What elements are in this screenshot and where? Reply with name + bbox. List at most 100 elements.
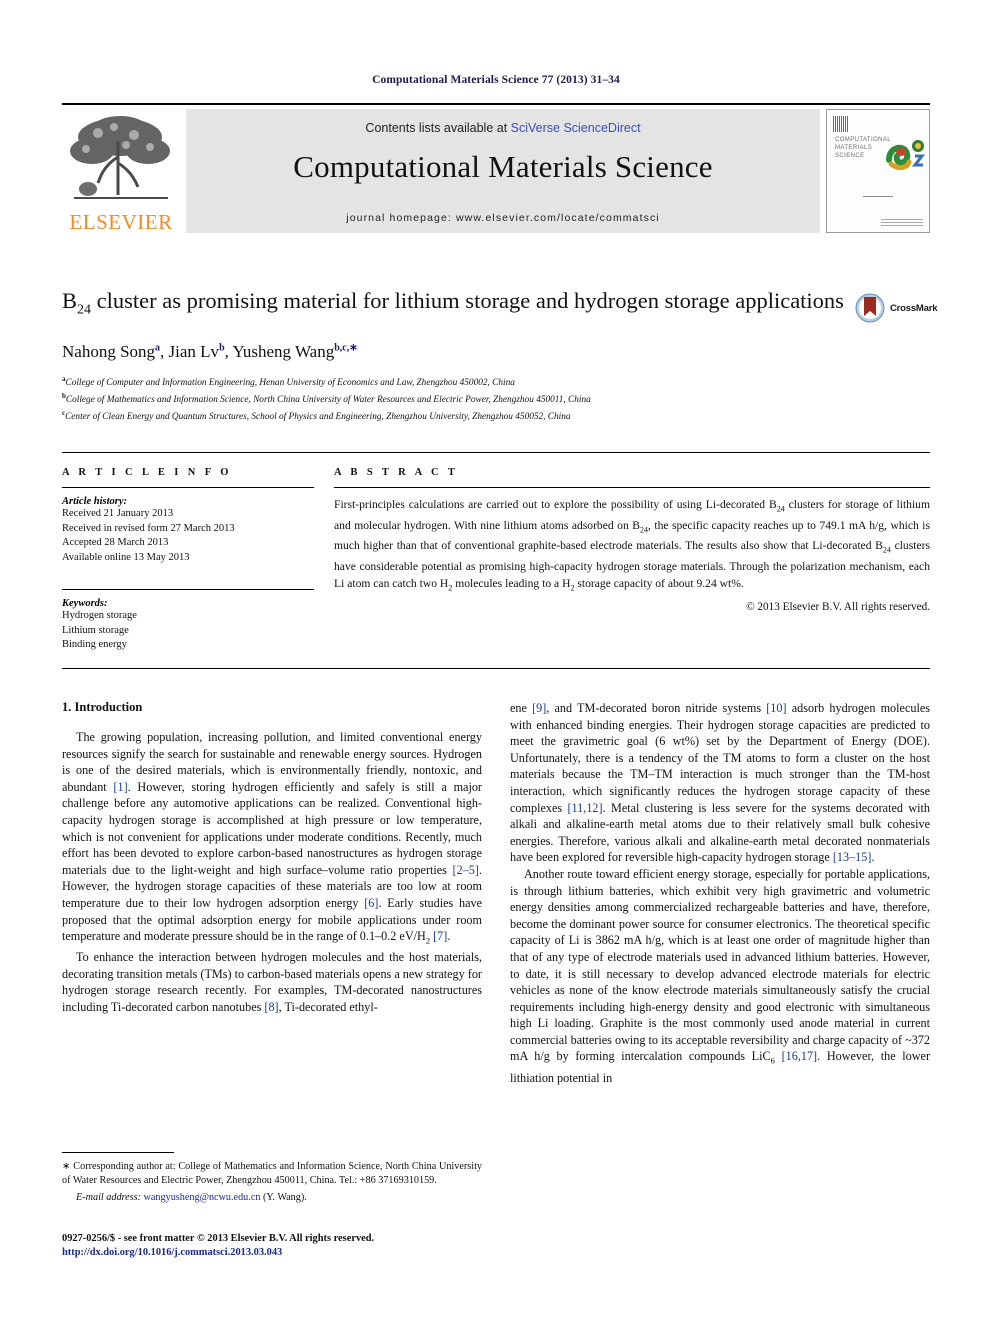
abstract-column: A B S T R A C T First-principles calcula… — [334, 467, 930, 653]
email-note: E-mail address: wangyusheng@ncwu.edu.cn … — [62, 1191, 482, 1205]
r2-seg-a: Another route toward efficient energy st… — [510, 866, 930, 1064]
author-3-affil: b,c,∗ — [334, 341, 358, 353]
running-head: Computational Materials Science 77 (2013… — [372, 74, 620, 86]
crossmark-badge[interactable]: CrossMark — [855, 288, 951, 328]
abstract-seg-1: First-principles calculations are carrie… — [334, 498, 777, 511]
body-top-divider — [62, 668, 930, 669]
citation-6[interactable]: [6] — [364, 896, 378, 910]
abstract-copyright: © 2013 Elsevier B.V. All rights reserved… — [746, 601, 930, 614]
paragraph-intro-2-cont: ene [9], and TM-decorated boron nitride … — [510, 700, 930, 866]
affiliation-c: cCenter of Clean Energy and Quantum Stru… — [62, 407, 852, 424]
article-info-divider — [62, 487, 314, 488]
article-info-heading: A R T I C L E I N F O — [62, 467, 232, 478]
footnote-block: ∗ Corresponding author at: College of Ma… — [62, 1152, 482, 1205]
journal-homepage[interactable]: journal homepage: www.elsevier.com/locat… — [186, 212, 820, 224]
history-revised: Received in revised form 27 March 2013 — [62, 522, 235, 534]
affiliation-a-text: College of Computer and Information Engi… — [65, 377, 515, 388]
history-online: Available online 13 May 2013 — [62, 551, 190, 563]
citation-2-5[interactable]: [2–5] — [453, 863, 479, 877]
cover-divider-1 — [863, 196, 893, 197]
section-heading-introduction: 1. Introduction — [62, 700, 143, 714]
abstract-sub-2: 24 — [639, 525, 648, 535]
history-received: Received 21 January 2013 — [62, 508, 174, 519]
history-accepted: Accepted 28 March 2013 — [62, 537, 169, 548]
citation-16-17[interactable]: [16,17] — [782, 1049, 818, 1063]
citation-8[interactable]: [8] — [264, 1000, 278, 1014]
author-2-affil: b — [219, 341, 225, 353]
journal-masthead: ELSEVIER Contents lists available at Sci… — [62, 103, 930, 233]
cover-title: COMPUTATIONAL MATERIALS SCIENCE — [835, 136, 891, 160]
elsevier-logo: ELSEVIER — [62, 109, 180, 233]
affiliation-list: aCollege of Computer and Information Eng… — [62, 373, 852, 425]
r1-seg-b: , and TM-decorated boron nitride systems — [546, 701, 767, 715]
corresponding-author-note: ∗ Corresponding author at: College of Ma… — [62, 1161, 482, 1186]
journal-title: Computational Materials Science — [293, 149, 713, 184]
citation-10[interactable]: [10] — [766, 701, 786, 715]
paragraph-intro-3: Another route toward efficient energy st… — [510, 866, 930, 1086]
abstract-seg-6: storage capacity of about 9.24 wt%. — [574, 576, 744, 590]
affiliation-b-text: College of Mathematics and Information S… — [65, 394, 591, 405]
p1-seg-b: . However, storing hydrogen efficiently … — [62, 779, 482, 877]
doi-link[interactable]: http://dx.doi.org/10.1016/j.commatsci.20… — [62, 1246, 492, 1260]
p1-seg-f: . — [447, 929, 451, 944]
footnote-divider — [62, 1152, 174, 1153]
abstract-divider — [334, 487, 930, 488]
article-info-column: A R T I C L E I N F O Article history: R… — [62, 467, 314, 653]
keyword-3: Binding energy — [62, 639, 127, 650]
p2-seg-b: , Ti-decorated ethyl- — [278, 999, 378, 1014]
cover-artwork — [886, 140, 925, 171]
affiliation-b: bCollege of Mathematics and Information … — [62, 390, 852, 407]
journal-band: Contents lists available at SciVerse Sci… — [186, 109, 820, 233]
page-title: B24 cluster as promising material for li… — [62, 286, 852, 326]
affiliation-c-text: Center of Clean Energy and Quantum Struc… — [65, 412, 571, 423]
cover-title-line-1: COMPUTATIONAL — [835, 137, 891, 143]
issn-line: 0927-0256/$ - see front matter © 2013 El… — [62, 1233, 375, 1244]
sciencedirect-link[interactable]: SciVerse ScienceDirect — [511, 121, 641, 135]
email-suffix: (Y. Wang). — [260, 1192, 307, 1204]
email-label: E-mail address: — [76, 1192, 141, 1204]
contents-prefix: Contents lists available at — [365, 121, 511, 135]
keyword-1: Hydrogen storage — [62, 610, 137, 621]
r1-seg-a: ene — [510, 701, 533, 715]
citation-7[interactable]: [7] — [433, 929, 447, 943]
abstract-heading: A B S T R A C T — [334, 467, 459, 478]
crossmark-icon — [855, 293, 885, 323]
citation-1[interactable]: [1] — [113, 780, 127, 794]
crossmark-label: CrossMark — [890, 302, 938, 314]
title-part-1: B — [62, 288, 78, 313]
cover-footer-mark — [881, 217, 923, 226]
keywords-block: Keywords: Hydrogen storage Lithium stora… — [62, 589, 314, 653]
abstract-sub-3: 24 — [882, 545, 891, 555]
elsevier-tree-icon — [70, 116, 170, 199]
elsevier-wordmark: ELSEVIER — [69, 210, 173, 234]
cover-title-line-2: MATERIALS — [835, 145, 873, 151]
keywords-divider — [62, 589, 314, 590]
title-block: B24 cluster as promising material for li… — [62, 286, 852, 424]
author-1[interactable]: Nahong Song — [62, 342, 155, 361]
citation-13-15[interactable]: [13–15] — [833, 850, 872, 864]
body-column-right: ene [9], and TM-decorated boron nitride … — [510, 700, 930, 1260]
email-link[interactable]: wangyusheng@ncwu.edu.cn — [144, 1192, 261, 1203]
abstract-text: First-principles calculations are carrie… — [334, 497, 930, 596]
article-history-label: Article history: — [62, 496, 128, 507]
paragraph-intro-1: The growing population, increasing pollu… — [62, 729, 482, 949]
author-1-affil: a — [155, 341, 161, 353]
info-abstract-section: A R T I C L E I N F O Article history: R… — [62, 452, 930, 653]
r1-seg-e: . — [871, 850, 875, 865]
paragraph-intro-2: To enhance the interaction between hydro… — [62, 949, 482, 1015]
abstract-seg-5: molecules leading to a H — [452, 576, 571, 590]
author-2[interactable]: Jian Lv — [169, 342, 220, 361]
citation-11-12[interactable]: [11,12] — [567, 801, 602, 815]
journal-cover-thumbnail: COMPUTATIONAL MATERIALS SCIENCE — [826, 109, 930, 233]
author-list: Nahong Songa, Jian Lvb, Yusheng Wangb,c,… — [62, 341, 358, 361]
barcode-icon — [833, 116, 849, 132]
contents-available-line: Contents lists available at SciVerse Sci… — [186, 121, 820, 135]
citation-9[interactable]: [9] — [532, 701, 546, 715]
r2-seg-b — [775, 1049, 782, 1063]
author-3[interactable]: Yusheng Wang — [233, 342, 335, 361]
article-page: Computational Materials Science 77 (2013… — [0, 0, 992, 1323]
title-part-2: cluster as promising material for lithiu… — [91, 288, 844, 313]
keyword-2: Lithium storage — [62, 624, 129, 636]
keywords-label: Keywords: — [62, 598, 108, 609]
cover-title-line-3: SCIENCE — [835, 153, 865, 159]
